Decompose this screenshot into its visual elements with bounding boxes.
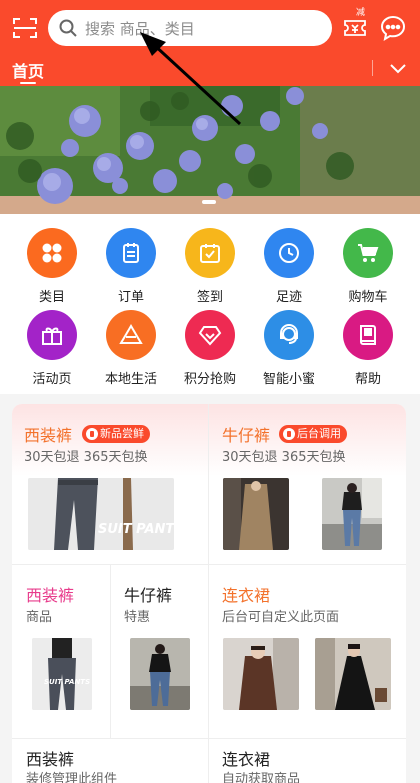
shortcut-assistant[interactable]: 智能小蜜 xyxy=(247,310,331,387)
chat-icon[interactable] xyxy=(379,14,407,42)
local-icon xyxy=(106,310,156,360)
promo-tag: 新品尝鲜 xyxy=(82,425,150,443)
shortcut-grid: 类目 订单 签到 足迹 购物车 活动页 本地生活 积分抢购 智能小蜜 帮助 xyxy=(0,214,420,394)
header-bar: 搜索 商品、类目 减 首页 xyxy=(0,0,420,86)
promo-subtitle: 商品 xyxy=(26,610,53,625)
order-icon xyxy=(106,228,156,278)
shortcut-order[interactable]: 订单 xyxy=(89,228,173,305)
shortcut-points[interactable]: 积分抢购 xyxy=(168,310,252,387)
product-image[interactable] xyxy=(223,478,289,550)
gift-icon xyxy=(27,310,77,360)
shortcut-label: 订单 xyxy=(117,290,144,305)
search-icon xyxy=(59,19,77,37)
product-image[interactable] xyxy=(315,638,391,710)
divider xyxy=(12,564,406,565)
product-image[interactable] xyxy=(130,638,190,710)
cart-icon xyxy=(343,228,393,278)
divider xyxy=(110,564,111,738)
chevron-down-icon[interactable] xyxy=(382,58,414,78)
shortcut-label: 本地生活 xyxy=(104,372,157,387)
product-image[interactable] xyxy=(322,478,382,550)
shortcut-category[interactable]: 类目 xyxy=(10,228,94,305)
help-icon xyxy=(343,310,393,360)
product-image[interactable]: SUIT PANTS xyxy=(28,478,174,550)
shortcut-activity[interactable]: 活动页 xyxy=(10,310,94,387)
product-image-text: SUIT PANTS xyxy=(44,678,91,686)
tab-divider xyxy=(372,60,373,76)
coupon-icon[interactable]: 减 xyxy=(342,8,368,40)
checkin-icon xyxy=(185,228,235,278)
shortcut-cart[interactable]: 购物车 xyxy=(326,228,410,305)
search-placeholder: 搜索 商品、类目 xyxy=(85,20,195,38)
promo-subtitle: 装修管理此组件 xyxy=(26,772,118,783)
divider xyxy=(12,738,406,739)
shortcut-help[interactable]: 帮助 xyxy=(326,310,410,387)
banner-image[interactable] xyxy=(0,86,420,214)
promo-title: 牛仔裤 xyxy=(222,426,271,445)
shortcut-label: 类目 xyxy=(38,290,65,305)
footprint-icon xyxy=(264,228,314,278)
app-page: 搜索 商品、类目 减 首页 类目 订单 签到 足迹 购物车 活动页 本地生活 积… xyxy=(0,0,420,783)
shortcut-label: 签到 xyxy=(196,290,223,305)
shortcut-local[interactable]: 本地生活 xyxy=(89,310,173,387)
promo-subtitle: 30天包退 365天包换 xyxy=(24,450,148,465)
shortcut-label: 帮助 xyxy=(354,372,381,387)
product-image-text: SUIT PANTS xyxy=(98,522,174,537)
tab-active-indicator xyxy=(20,82,36,84)
shortcut-label: 购物车 xyxy=(348,290,388,305)
shortcut-checkin[interactable]: 签到 xyxy=(168,228,252,305)
promo-title: 连衣裙 xyxy=(222,586,271,605)
category-icon xyxy=(27,228,77,278)
promo-subtitle: 自动获取商品 xyxy=(222,772,301,783)
diamond-icon xyxy=(185,310,235,360)
carousel-indicator[interactable] xyxy=(202,200,216,204)
product-image[interactable]: SUIT PANTS xyxy=(32,638,92,710)
promo-title: 西装裤 xyxy=(26,750,75,769)
coupon-badge: 减 xyxy=(356,8,366,18)
scan-icon[interactable] xyxy=(12,16,38,40)
promo-tag: 后台调用 xyxy=(279,425,347,443)
promo-title: 连衣裙 xyxy=(222,750,271,769)
divider xyxy=(208,404,209,783)
promo-title: 西装裤 xyxy=(26,586,75,605)
promo-section: 西装裤 新品尝鲜 30天包退 365天包换 SUIT PANTS 牛仔裤 后台调… xyxy=(12,404,406,783)
promo-subtitle: 30天包退 365天包换 xyxy=(222,450,346,465)
promo-subtitle: 后台可自定义此页面 xyxy=(222,610,340,625)
promo-subtitle: 特惠 xyxy=(124,610,151,625)
shortcut-label: 智能小蜜 xyxy=(262,372,315,387)
promo-title: 牛仔裤 xyxy=(124,586,173,605)
shortcut-label: 足迹 xyxy=(275,290,302,305)
assistant-icon xyxy=(264,310,314,360)
shortcut-label: 积分抢购 xyxy=(183,372,236,387)
product-image[interactable] xyxy=(223,638,299,710)
shortcut-footprint[interactable]: 足迹 xyxy=(247,228,331,305)
search-input[interactable]: 搜索 商品、类目 xyxy=(48,10,332,46)
promo-title: 西装裤 xyxy=(24,426,73,445)
tab-home[interactable]: 首页 xyxy=(12,58,44,82)
shortcut-label: 活动页 xyxy=(32,372,72,387)
